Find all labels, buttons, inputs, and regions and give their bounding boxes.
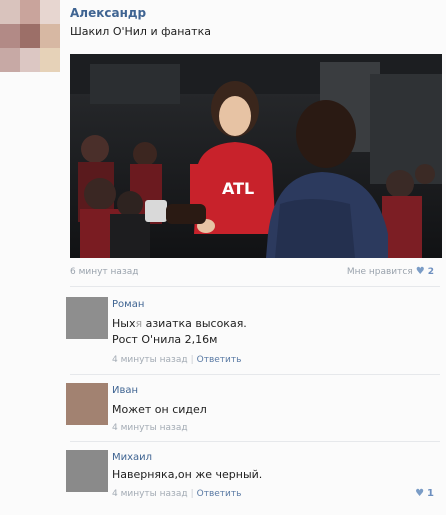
divider bbox=[70, 374, 440, 375]
comment-item: Роман Ныхя азиатка высокая. Рост О'нила … bbox=[66, 297, 440, 371]
post-text: Шакил О'Нил и фанатка bbox=[70, 25, 211, 38]
comment-text-part: Ных bbox=[112, 317, 136, 330]
heart-icon: ♥ bbox=[415, 488, 425, 499]
separator: | bbox=[190, 355, 194, 365]
comment-text-part: азиатка высокая. bbox=[142, 317, 247, 330]
photo-illustration: ATL bbox=[70, 54, 442, 258]
jersey-text: ATL bbox=[222, 179, 254, 198]
post-timestamp[interactable]: 6 минут назад bbox=[70, 267, 138, 277]
like-label: Мне нравится bbox=[346, 266, 413, 277]
comment-timestamp[interactable]: 4 минуты назад bbox=[112, 489, 188, 499]
post-author-avatar[interactable] bbox=[0, 0, 60, 72]
comment-meta: 4 минуты назад bbox=[112, 423, 188, 433]
like-count: 2 bbox=[427, 266, 434, 277]
post-photo[interactable]: ATL bbox=[70, 54, 442, 258]
post-like-button[interactable]: Мне нравится ♥ 2 bbox=[347, 266, 434, 277]
comment-like-button[interactable]: ♥ 1 bbox=[415, 488, 434, 499]
comment-meta: 4 минуты назад | Ответить bbox=[112, 355, 241, 365]
comment-text: Может он сидел bbox=[112, 403, 207, 416]
comment-item: Михаил Наверняка,он же черный. 4 минуты … bbox=[66, 450, 440, 506]
comment-item: Иван Может он сидел 4 минуты назад bbox=[66, 383, 440, 433]
reply-button[interactable]: Ответить bbox=[197, 355, 242, 365]
reply-button[interactable]: Ответить bbox=[197, 489, 242, 499]
comment-timestamp[interactable]: 4 минуты назад bbox=[112, 423, 188, 433]
like-count: 1 bbox=[427, 488, 434, 499]
avatar[interactable] bbox=[66, 383, 108, 425]
comment-timestamp[interactable]: 4 минуты назад bbox=[112, 355, 188, 365]
comment-author[interactable]: Роман bbox=[112, 299, 144, 310]
separator: | bbox=[190, 489, 194, 499]
divider bbox=[70, 441, 440, 442]
post-author-name[interactable]: Александр bbox=[70, 6, 146, 20]
comment-text: Ныхя азиатка высокая. Рост О'нила 2,16м bbox=[112, 316, 247, 348]
divider bbox=[70, 286, 440, 287]
avatar[interactable] bbox=[66, 450, 108, 492]
comment-author[interactable]: Михаил bbox=[112, 452, 152, 463]
comment-text: Наверняка,он же черный. bbox=[112, 468, 263, 481]
comment-meta: 4 минуты назад | Ответить bbox=[112, 489, 241, 499]
comment-author[interactable]: Иван bbox=[112, 385, 138, 396]
comment-text-line2: Рост О'нила 2,16м bbox=[112, 333, 218, 346]
heart-icon: ♥ bbox=[415, 266, 425, 277]
avatar[interactable] bbox=[66, 297, 108, 339]
